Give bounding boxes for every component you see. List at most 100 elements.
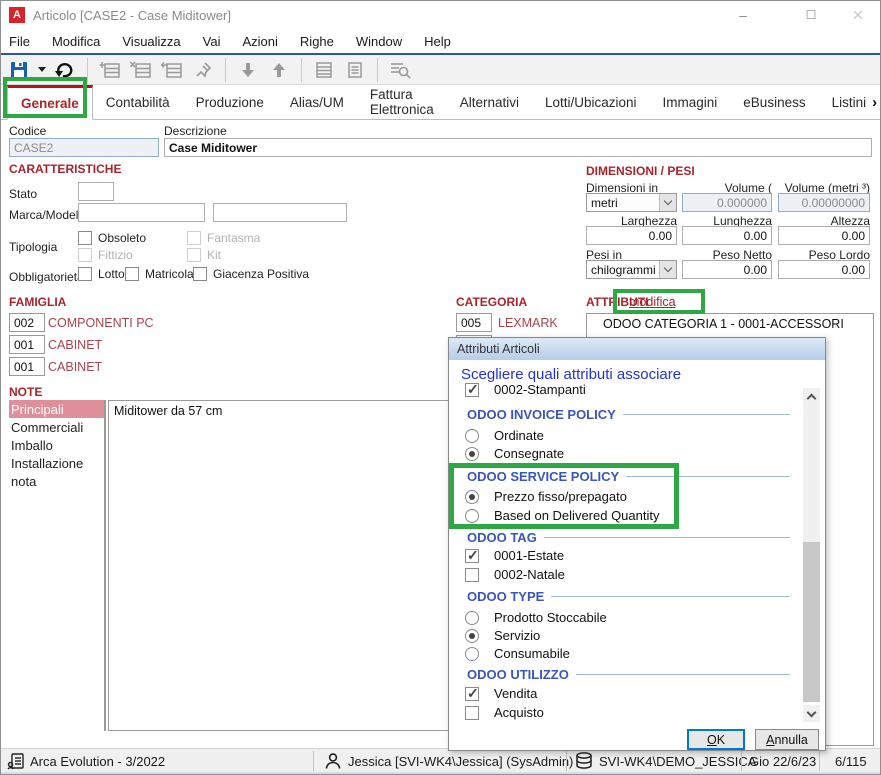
peso-lordo-field[interactable]: 0.00 — [778, 260, 870, 279]
menu-window[interactable]: Window — [356, 34, 402, 49]
codice-field[interactable]: CASE2 — [9, 138, 159, 157]
dialog-scrollbar-thumb[interactable] — [803, 542, 820, 702]
tab-generale[interactable]: Generale — [7, 85, 93, 120]
checkbox-vendita[interactable]: Vendita — [449, 685, 794, 702]
maximize-button[interactable]: ☐ — [797, 5, 825, 25]
note-tab-principali[interactable]: Principali — [9, 400, 104, 418]
tab-lotti-ubicazioni[interactable]: Lotti/Ubicazioni — [532, 85, 650, 119]
menu-file[interactable]: File — [9, 34, 30, 49]
tab-contabilita[interactable]: Contabilità — [93, 85, 183, 119]
checkbox-giacenza-positiva[interactable]: Giacenza Positiva — [193, 267, 309, 281]
menu-bar: File Modifica Visualizza Vai Azioni Righ… — [1, 29, 880, 53]
checkbox-0001-estate[interactable]: 0001-Estate — [449, 547, 794, 564]
chevron-down-icon[interactable] — [659, 261, 676, 278]
tab-overflow-chevron-icon[interactable]: › — [868, 85, 880, 119]
group-title: ODOO UTILIZZO — [467, 667, 569, 682]
menu-modifica[interactable]: Modifica — [52, 34, 100, 49]
ok-button[interactable]: OK — [687, 729, 745, 750]
note-tab-installazione[interactable]: Installazione — [9, 454, 104, 472]
altezza-field[interactable]: 0.00 — [778, 226, 870, 245]
menu-visualizza[interactable]: Visualizza — [122, 34, 180, 49]
famiglia-code-field[interactable]: 002 — [9, 313, 45, 332]
famiglia-code-field[interactable]: 001 — [9, 335, 45, 354]
stato-field[interactable] — [78, 182, 114, 201]
undo-icon[interactable] — [53, 58, 77, 82]
radio-icon[interactable] — [465, 428, 479, 443]
note-tab-imballo[interactable]: Imballo — [9, 436, 104, 454]
radio-icon[interactable] — [465, 489, 479, 504]
tab-alternativi[interactable]: Alternativi — [447, 85, 532, 119]
dialog-title-bar[interactable]: Attributi Articoli — [449, 338, 825, 360]
note-tab-commerciali[interactable]: Commerciali — [9, 418, 104, 436]
checkbox-obsoleto[interactable]: Obsoleto — [78, 231, 146, 245]
menu-help[interactable]: Help — [424, 34, 451, 49]
radio-icon[interactable] — [465, 628, 479, 643]
peso-netto-field[interactable]: 0.00 — [682, 260, 772, 279]
option-label: Acquisto — [494, 705, 544, 720]
close-button[interactable]: ✕ — [844, 5, 872, 25]
radio-consegnate[interactable]: Consegnate — [449, 446, 794, 461]
checkbox-icon[interactable] — [465, 685, 479, 702]
tab-listini[interactable]: Listini — [819, 85, 869, 119]
scroll-up-icon[interactable] — [803, 388, 820, 405]
checkbox-icon[interactable] — [78, 231, 92, 245]
menu-righe[interactable]: Righe — [300, 34, 334, 49]
checkbox-icon[interactable] — [125, 267, 139, 281]
select-value: chilogrammi — [591, 262, 656, 277]
categoria-code-field[interactable]: 005 — [456, 313, 492, 332]
annulla-button[interactable]: Annulla — [755, 729, 819, 750]
radio-servizio[interactable]: Servizio — [449, 628, 794, 643]
volume-m3-field: 0.00000000 — [778, 193, 870, 212]
checkbox-icon[interactable] — [465, 567, 479, 582]
minimize-button[interactable]: – — [729, 5, 757, 25]
attributi-list-item[interactable]: ODOO CATEGORIA 1 - 0001-ACCESSORI — [587, 314, 873, 333]
tab-immagini[interactable]: Immagini — [650, 85, 731, 119]
radio-ordinate[interactable]: Ordinate — [449, 428, 794, 443]
larghezza-field[interactable]: 0.00 — [586, 226, 677, 245]
save-dropdown-icon[interactable] — [38, 67, 46, 72]
checkbox-0002-stampanti[interactable]: 0002-Stampanti — [449, 381, 794, 398]
checkbox-lotto[interactable]: Lotto — [78, 267, 125, 281]
tab-alias-um[interactable]: Alias/UM — [277, 85, 357, 119]
marca-field[interactable] — [78, 203, 205, 222]
modifica-link[interactable]: modifica — [629, 295, 676, 309]
chevron-down-icon[interactable] — [659, 194, 676, 211]
menu-vai[interactable]: Vai — [203, 34, 221, 49]
checkbox-icon[interactable] — [465, 705, 479, 720]
tab-ebusiness[interactable]: eBusiness — [730, 85, 818, 119]
scroll-down-icon[interactable] — [803, 705, 820, 722]
option-label: 0002-Natale — [494, 567, 565, 582]
menu-azioni[interactable]: Azioni — [243, 34, 278, 49]
checkbox-icon[interactable] — [465, 381, 479, 398]
volume-field: 0.000000 — [682, 193, 772, 212]
checkbox-icon[interactable] — [193, 267, 207, 281]
checkbox-0002-natale[interactable]: 0002-Natale — [449, 567, 794, 582]
radio-icon[interactable] — [465, 646, 479, 661]
checkbox-acquisto[interactable]: Acquisto — [449, 705, 794, 720]
checkbox-icon[interactable] — [78, 267, 92, 281]
pesi-in-select[interactable]: chilogrammi — [586, 260, 677, 279]
descrizione-field[interactable]: Case Miditower — [164, 138, 872, 157]
radio-based-on-delivered[interactable]: Based on Delivered Quantity — [449, 508, 794, 523]
famiglia-code-field[interactable]: 001 — [9, 357, 45, 376]
checkbox-icon[interactable] — [465, 547, 479, 564]
tab-fattura-elettronica[interactable]: Fattura Elettronica — [357, 85, 447, 119]
note-header: NOTE — [9, 385, 43, 399]
option-label: Prezzo fisso/prepagato — [494, 489, 627, 504]
save-icon[interactable] — [7, 58, 31, 82]
radio-icon[interactable] — [465, 610, 479, 625]
modello-field[interactable] — [213, 203, 347, 222]
tab-produzione[interactable]: Produzione — [183, 85, 277, 119]
app-window: A Articolo [CASE2 - Case Miditower] – ☐ … — [0, 0, 881, 775]
checkbox-label: Fittizio — [98, 248, 133, 262]
radio-icon[interactable] — [465, 446, 479, 461]
checkbox-matricola[interactable]: Matricola — [125, 267, 194, 281]
radio-prezzo-fisso[interactable]: Prezzo fisso/prepagato — [449, 489, 794, 504]
lunghezza-field[interactable]: 0.00 — [682, 226, 772, 245]
radio-consumabile[interactable]: Consumabile — [449, 646, 794, 661]
radio-prodotto-stoccabile[interactable]: Prodotto Stoccabile — [449, 610, 794, 625]
dimensioni-in-select[interactable]: metri — [586, 193, 677, 212]
note-tab-nota[interactable]: nota — [9, 472, 104, 490]
radio-icon[interactable] — [465, 508, 479, 523]
search-grid-icon — [388, 58, 412, 82]
